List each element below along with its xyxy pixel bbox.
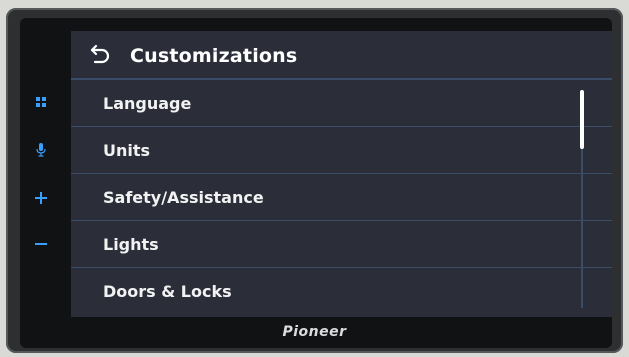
grid-icon[interactable] <box>30 91 52 113</box>
screen-header: Customizations <box>71 31 612 80</box>
list-item-language[interactable]: Language <box>71 80 612 127</box>
minus-icon[interactable] <box>30 233 52 255</box>
list-item-safety-assistance[interactable]: Safety/Assistance <box>71 174 612 221</box>
display-screen: Customizations Language Units Safety/Ass… <box>71 31 612 317</box>
settings-list: Language Units Safety/Assistance Lights … <box>71 80 612 315</box>
plus-icon[interactable] <box>30 187 52 209</box>
list-item-doors-locks[interactable]: Doors & Locks <box>71 268 612 315</box>
brand-logo: Pioneer <box>282 324 347 340</box>
page-title: Customizations <box>130 45 298 67</box>
scrollbar-thumb[interactable] <box>580 90 584 149</box>
list-item-lights[interactable]: Lights <box>71 221 612 268</box>
list-item-units[interactable]: Units <box>71 127 612 174</box>
microphone-icon[interactable] <box>30 139 52 161</box>
back-arrow-icon[interactable] <box>87 44 111 66</box>
